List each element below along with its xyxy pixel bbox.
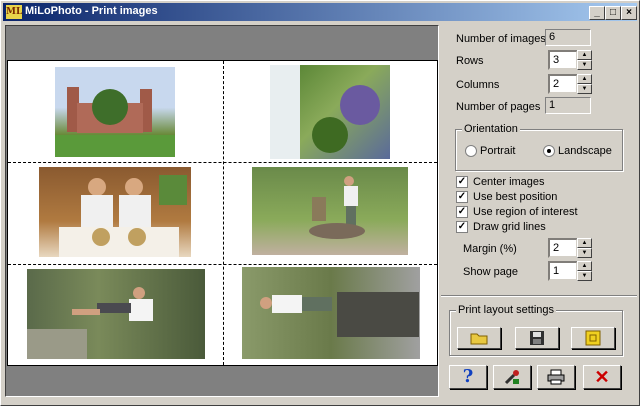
region-of-interest-checkbox[interactable]: ✓: [456, 206, 468, 218]
photo-forest-rotated[interactable]: [270, 65, 390, 159]
number-of-pages-label: Number of pages: [456, 101, 541, 113]
margin-label: Margin (%): [463, 243, 517, 255]
show-page-spinner[interactable]: 1 ▲ ▼: [548, 261, 593, 281]
title-bar[interactable]: ML MiLoPhoto - Print images _ □ ×: [3, 3, 637, 21]
orientation-group: Orientation Portrait Landscape: [455, 123, 623, 171]
columns-input[interactable]: 2: [548, 74, 578, 94]
tools-button[interactable]: [493, 365, 531, 389]
rows-down-arrow-icon[interactable]: ▼: [577, 60, 592, 70]
print-layout-label: Print layout settings: [456, 304, 556, 316]
landscape-label: Landscape: [558, 145, 612, 157]
margin-up-arrow-icon[interactable]: ▲: [577, 238, 592, 248]
window-title: MiLoPhoto - Print images: [25, 5, 158, 17]
draw-grid-lines-checkbox[interactable]: ✓: [456, 221, 468, 233]
columns-up-arrow-icon[interactable]: ▲: [577, 74, 592, 84]
photo-dinner[interactable]: [39, 167, 191, 257]
photo-church[interactable]: [55, 67, 175, 157]
draw-grid-lines-label: Draw grid lines: [473, 221, 546, 233]
show-page-down-arrow-icon[interactable]: ▼: [577, 271, 592, 281]
best-position-label: Use best position: [473, 191, 558, 203]
refresh-layout-button[interactable]: [571, 327, 615, 349]
save-layout-button[interactable]: [515, 327, 559, 349]
rows-input[interactable]: 3: [548, 50, 578, 70]
margin-spinner[interactable]: 2 ▲ ▼: [548, 238, 593, 258]
number-of-images-value: 6: [545, 29, 591, 46]
settings-panel: Number of images 6 Rows 3 ▲ ▼ Columns 2 …: [441, 23, 637, 403]
print-preview-area: [5, 25, 439, 397]
center-images-label: Center images: [473, 176, 545, 188]
grid-line-horizontal: [8, 162, 437, 163]
open-folder-icon: [470, 333, 488, 345]
rows-spinner[interactable]: 3 ▲ ▼: [548, 50, 593, 70]
show-page-input[interactable]: 1: [548, 261, 578, 281]
tools-icon: [504, 370, 519, 385]
orientation-label: Orientation: [462, 123, 520, 135]
close-window-button[interactable]: ×: [621, 6, 637, 20]
photo-hiker-graphic: [27, 287, 153, 359]
refresh-layout-icon: [585, 330, 601, 346]
maximize-button[interactable]: □: [605, 6, 621, 20]
rows-label: Rows: [456, 55, 484, 67]
print-images-window: ML MiLoPhoto - Print images _ □ × Number…: [0, 0, 640, 406]
help-button[interactable]: ?: [449, 365, 487, 389]
landscape-radio[interactable]: [543, 145, 555, 157]
photo-church-graphic: [55, 87, 175, 157]
margin-down-arrow-icon[interactable]: ▼: [577, 248, 592, 258]
portrait-radio[interactable]: [465, 145, 477, 157]
number-of-pages-value: 1: [545, 97, 591, 114]
minimize-button[interactable]: _: [589, 6, 605, 20]
columns-down-arrow-icon[interactable]: ▼: [577, 84, 592, 94]
photo-monument-graphic: [260, 292, 419, 337]
photo-forest-graphic: [270, 65, 380, 159]
columns-label: Columns: [456, 79, 500, 91]
center-images-checkbox[interactable]: ✓: [456, 176, 468, 188]
rows-up-arrow-icon[interactable]: ▲: [577, 50, 592, 60]
show-page-up-arrow-icon[interactable]: ▲: [577, 261, 592, 271]
region-of-interest-label: Use region of interest: [473, 206, 578, 218]
open-layout-button[interactable]: [457, 327, 501, 349]
print-layout-group: Print layout settings: [449, 304, 623, 356]
best-position-checkbox[interactable]: ✓: [456, 191, 468, 203]
separator: [441, 295, 637, 297]
show-page-label: Show page: [463, 266, 519, 278]
columns-spinner[interactable]: 2 ▲ ▼: [548, 74, 593, 94]
preview-page: [7, 60, 438, 366]
printer-icon: [547, 369, 565, 385]
app-icon: ML: [6, 5, 23, 19]
photo-hiker-monument[interactable]: [242, 267, 420, 359]
photo-hikers-graphic: [309, 176, 365, 239]
cancel-button[interactable]: ✕: [583, 365, 621, 389]
save-disk-icon: [530, 331, 544, 345]
photo-hiker-standing[interactable]: [27, 269, 205, 359]
grid-line-horizontal: [8, 264, 437, 265]
photo-dinner-graphic: [59, 175, 187, 257]
print-button[interactable]: [537, 365, 575, 389]
photo-hikers-well[interactable]: [252, 167, 408, 255]
help-icon: ?: [462, 366, 474, 387]
number-of-images-label: Number of images: [456, 33, 546, 45]
portrait-label: Portrait: [480, 145, 516, 157]
margin-input[interactable]: 2: [548, 238, 578, 258]
grid-line-vertical: [223, 61, 224, 365]
close-x-icon: ✕: [594, 367, 610, 387]
